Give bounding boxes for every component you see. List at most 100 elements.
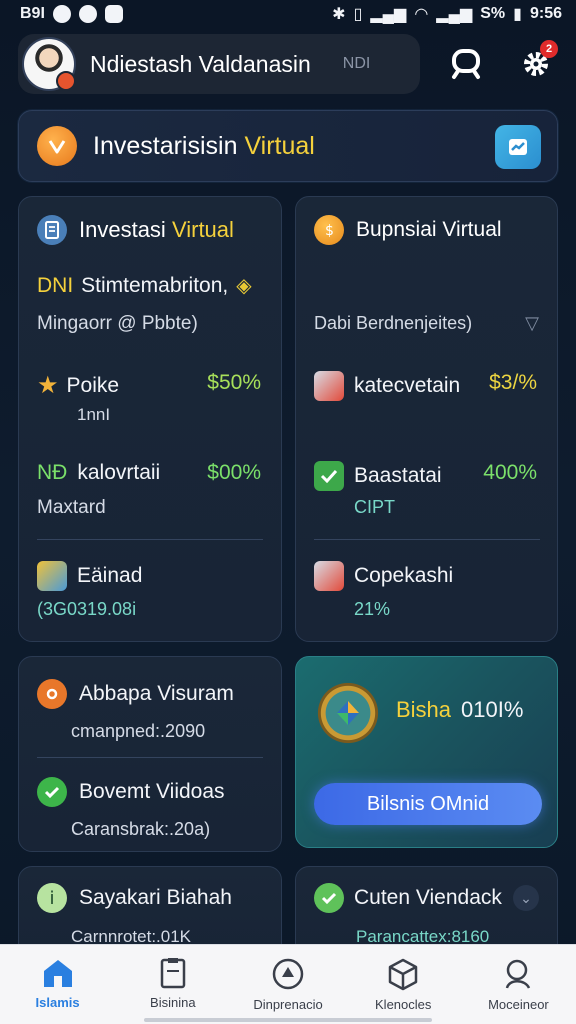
list-item[interactable]: ★ Poike [37, 371, 119, 400]
dropdown-value: Dabi Berdnenjeites) [314, 313, 473, 333]
item-label: kalovrtaii [77, 461, 161, 484]
promo-value: 010I% [461, 697, 524, 722]
divider [37, 757, 263, 758]
item-sub-wrap: Caransbrak:.20a) [71, 819, 210, 840]
bupnsiai-virtual-card[interactable]: $ Bupnsiai Virtual Dabi Berdnenjeites) ▽… [295, 196, 558, 642]
list-item[interactable]: Baastatai [314, 461, 442, 491]
divider [314, 539, 540, 540]
item-label: Sayakari Biahah [79, 886, 232, 909]
promo-button[interactable]: Bilsnis OMnid [314, 783, 542, 825]
home-indicator[interactable] [144, 1018, 432, 1022]
nav-label: Klenocles [375, 997, 432, 1012]
profile-header[interactable]: Ndiestash Valdanasin NDI [18, 34, 420, 94]
list-item[interactable]: Eäinad [37, 561, 142, 591]
promo-card[interactable]: Bisha 010I% Bilsnis OMnid [295, 656, 558, 848]
nav-item-home[interactable]: Islamis [0, 945, 115, 1024]
item-value: 400% [483, 461, 537, 484]
wifi-icon: ◠ [414, 6, 429, 23]
card-header: $ Bupnsiai Virtual [314, 215, 502, 245]
item-label: Abbapa Visuram [79, 682, 234, 705]
item-label: Bovemt Viidoas [79, 780, 225, 803]
nav-item-explore[interactable]: Dinprenacio [230, 945, 345, 1024]
item-sub: 1nnI [77, 405, 111, 424]
nav-item-box[interactable]: Klenocles [346, 945, 461, 1024]
card-title: Investasi Virtual [79, 217, 234, 243]
wallet-icon [37, 561, 67, 591]
settings-button[interactable]: 2 [514, 40, 558, 86]
signal-icon: ▂▄▆ [370, 6, 407, 23]
promo-text: Bisha 010I% [396, 697, 523, 723]
item-value: $50% [207, 371, 261, 394]
document-icon [160, 958, 186, 989]
star-icon: ★ [37, 372, 59, 399]
list-item[interactable]: Abbapa Visuram [37, 679, 234, 709]
notification-app-icon [104, 5, 123, 23]
alert-icon [37, 679, 67, 709]
home-icon [43, 960, 72, 987]
status-time: 9:56 [529, 5, 562, 22]
item-sub-wrap: Maxtard [37, 497, 106, 519]
item-value-wrap: $00% [207, 461, 261, 485]
avatar[interactable] [22, 37, 76, 91]
list-item[interactable]: ⅰ Sayakari Biahah [37, 883, 232, 913]
investasi-virtual-card[interactable]: Investasi Virtual DNI Stimtemabriton, ◈ … [18, 196, 282, 642]
nav-item-profile[interactable]: Moceineor [461, 945, 576, 1024]
item-value-wrap: $3/% [489, 371, 537, 395]
chevron-down-icon[interactable]: ▽ [525, 313, 539, 334]
info-icon: ⅰ [37, 883, 67, 913]
coin-icon: $ [314, 215, 344, 245]
list-item[interactable]: Bovemt Viidoas [37, 777, 225, 807]
nav-label: Islamis [35, 995, 80, 1010]
investment-banner[interactable]: Investarisisin Virtual [18, 110, 558, 182]
card-header: Investasi Virtual [37, 215, 234, 245]
list-item[interactable]: NÐ kalovrtaii [37, 461, 160, 485]
list-item[interactable]: Cuten Viendack [314, 883, 502, 913]
item-sub-wrap: 1nnI [77, 405, 110, 425]
detail-prefix: DNI [37, 273, 74, 297]
bluetooth-icon: ✱ [332, 6, 346, 23]
chart-icon [509, 139, 527, 155]
item-label: Copekashi [354, 564, 454, 587]
battery-percent: S% [480, 5, 506, 22]
list-item[interactable]: Copekashi [314, 561, 453, 591]
item-sub: 21% [354, 599, 391, 619]
item-sub: Maxtard [37, 497, 106, 518]
detail-subtext: Mingaorr @ Pbbte) [37, 313, 198, 334]
banner-title-main: Investarisisin [93, 131, 238, 160]
avatar-status-badge [56, 71, 76, 91]
item-label: Cuten Viendack [354, 886, 502, 909]
detail-text: Stimtemabriton, [81, 273, 229, 297]
nav-label: Bisinina [150, 995, 196, 1010]
status-right: ✱ ▯ ▂▄▆ ◠ ▂▄▆ S% ▮ 9:56 [332, 4, 562, 24]
signal-2-icon: ▂▄▆ [436, 6, 473, 23]
item-label: Poike [66, 373, 120, 397]
detail-line-1: DNI Stimtemabriton, ◈ [37, 273, 252, 298]
item-sub-wrap: cmanpned:.2090 [71, 721, 205, 742]
coin-emblem-icon [314, 679, 382, 747]
item-label: Baastatai [354, 464, 442, 487]
search-icon [452, 49, 480, 79]
item-sub: Caransbrak:.20a) [71, 819, 211, 839]
activity-card[interactable]: Abbapa Visuram cmanpned:.2090 Bovemt Vii… [18, 656, 282, 852]
divider [37, 539, 263, 540]
search-button[interactable] [444, 42, 488, 86]
item-prefix: NÐ [37, 461, 68, 484]
card-title-main: Investasi [79, 217, 166, 242]
filter-dropdown[interactable]: Dabi Berdnenjeites) [314, 313, 472, 334]
nav-item-documents[interactable]: Bisinina [115, 945, 230, 1024]
item-sub: CIPT [354, 497, 396, 517]
banner-title: Investarisisin Virtual [93, 132, 315, 161]
messenger-icon [52, 5, 71, 23]
item-sub-wrap: CIPT [354, 497, 395, 518]
detail-line-2: Mingaorr @ Pbbte) [37, 313, 198, 335]
item-sub: cmanpned:.2090 [71, 721, 206, 741]
list-item[interactable]: katecvetain [314, 371, 460, 401]
chevron-down-icon[interactable]: ⌄ [513, 885, 539, 911]
banner-action-button[interactable] [495, 125, 541, 169]
profile-icon [506, 959, 531, 989]
item-label: katecvetain [354, 374, 461, 397]
diamond-icon: ◈ [236, 275, 252, 297]
bottom-nav: Islamis Bisinina Dinprenacio Klenocles M… [0, 944, 576, 1024]
username: Ndiestash Valdanasin [90, 50, 311, 77]
status-left: B9I [20, 5, 123, 23]
